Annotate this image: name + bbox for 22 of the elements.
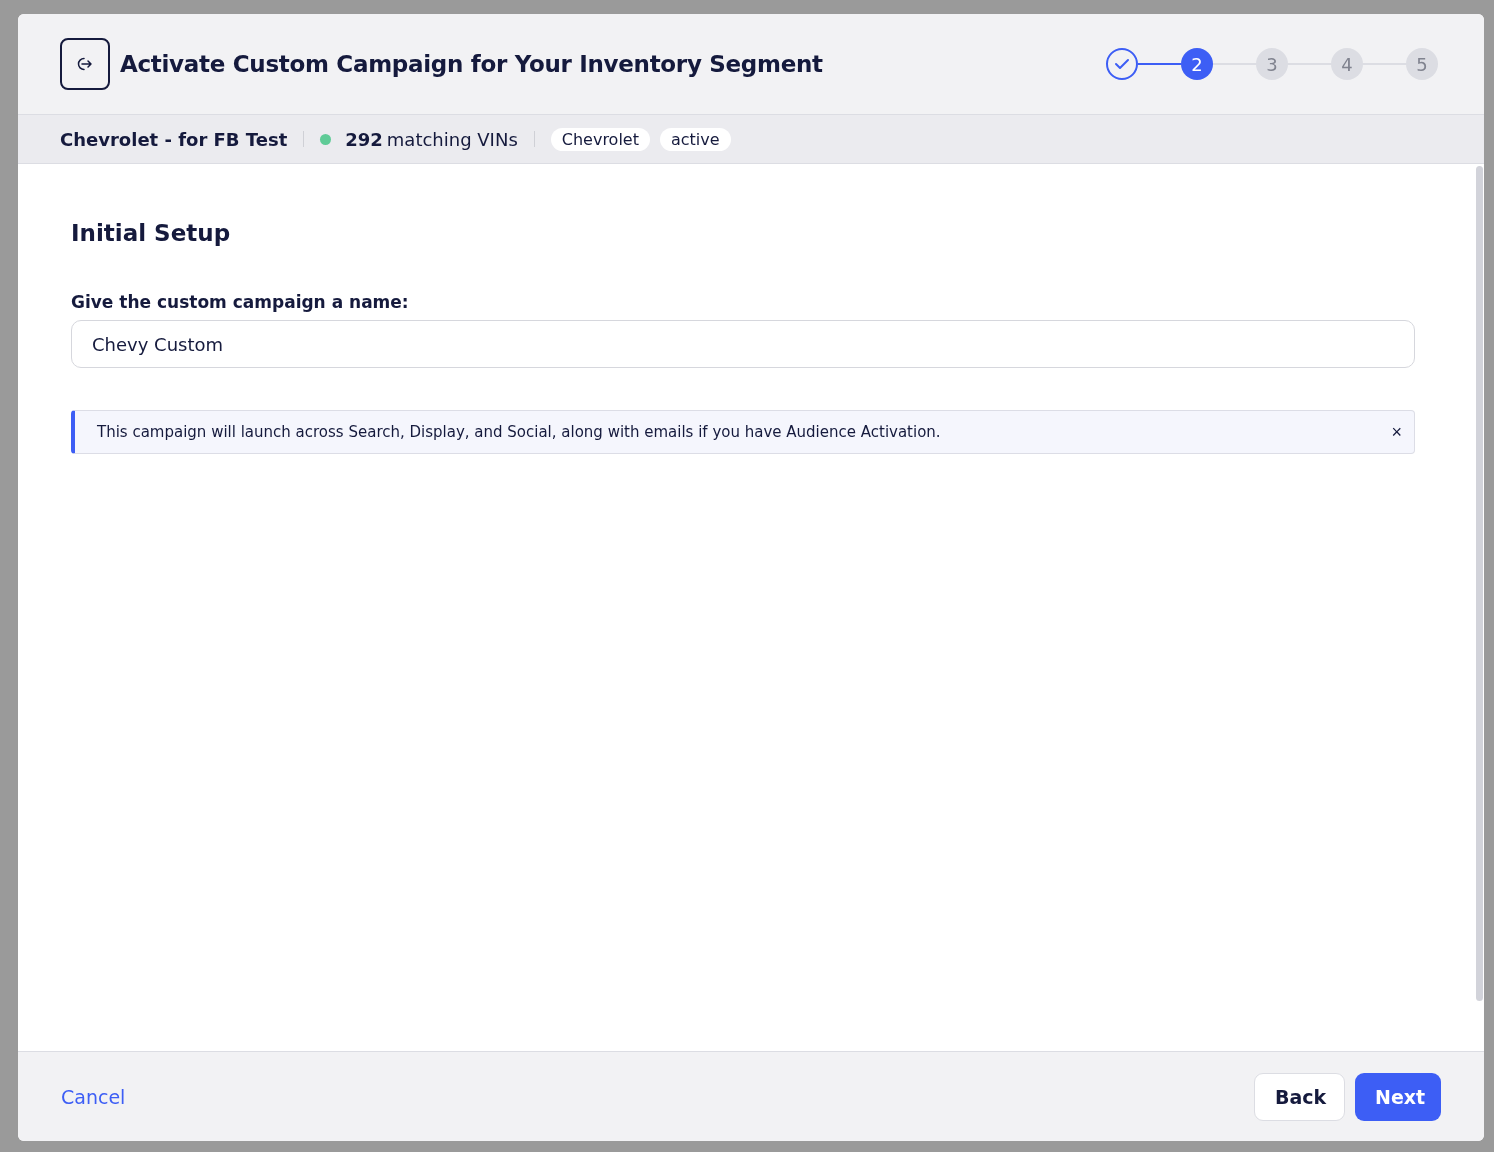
exit-button[interactable]: [60, 38, 110, 90]
step-indicator: 3: [1256, 48, 1288, 80]
step-indicator: 2: [1181, 48, 1213, 80]
cancel-link[interactable]: Cancel: [61, 1085, 126, 1108]
status-dot: [320, 133, 332, 145]
back-button[interactable]: Back: [1254, 1072, 1345, 1121]
vin-count: 292: [345, 128, 383, 150]
check-icon: [1114, 58, 1130, 70]
campaign-name-field[interactable]: Chevy Custom: [71, 320, 1415, 368]
segment-name: Chevrolet - for FB Test: [60, 128, 288, 150]
vin-count-label: matching VINs: [386, 128, 518, 150]
notice-text: This campaign will launch across Search, Display, and Social, along with emails if you have Audience Activation.: [97, 423, 941, 441]
step-indicator: 5: [1406, 48, 1438, 80]
exit-arrow-icon: [76, 55, 94, 73]
close-button[interactable]: ×: [1391, 421, 1402, 443]
field-label: Give the custom campaign a name:: [71, 292, 410, 312]
section-title: Initial Setup: [71, 220, 232, 246]
step-indicator: 4: [1331, 48, 1363, 80]
dialog-title: Activate Custom Campaign for Your Inventory Segment: [120, 51, 823, 77]
segment-tag: Chevrolet: [550, 127, 650, 151]
next-button[interactable]: Next: [1355, 1072, 1441, 1121]
segment-tag: active: [659, 127, 731, 151]
